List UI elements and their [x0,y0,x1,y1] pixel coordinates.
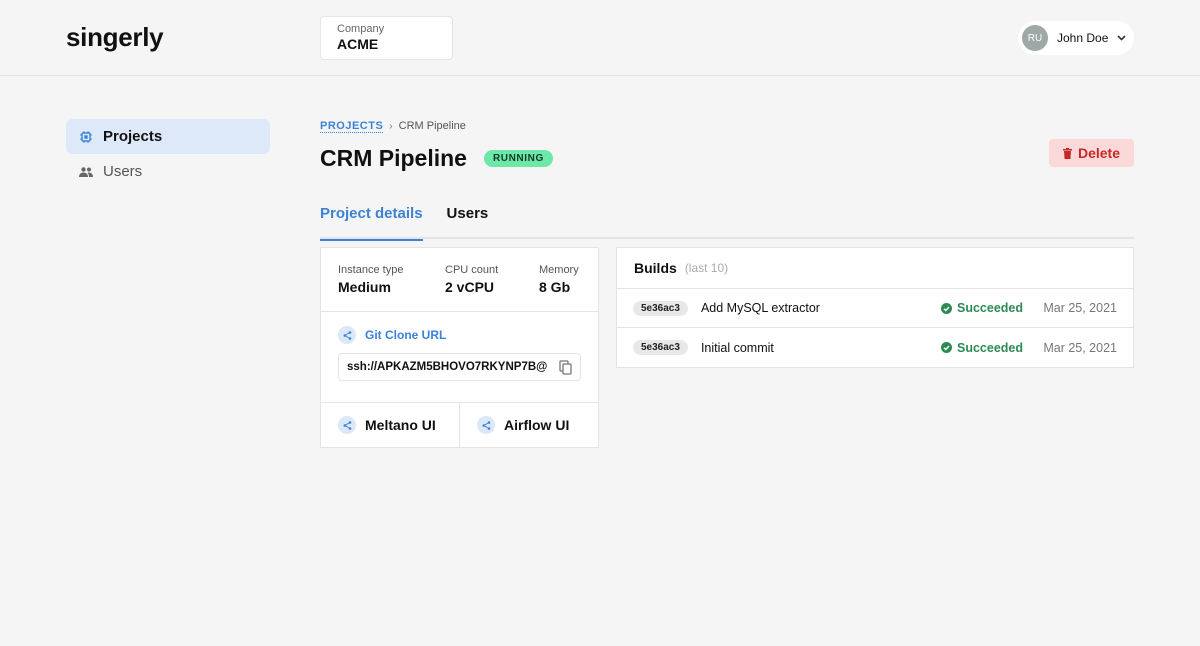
sidebar-item-projects[interactable]: Projects [66,119,270,154]
build-row[interactable]: 5e36ac3 Initial commit Succeeded Mar 25,… [617,328,1133,367]
git-clone-section: Git Clone URL ssh://APKAZM5BHOVO7RKYNP7B… [321,312,598,403]
share-icon [338,416,356,434]
delete-label: Delete [1077,145,1121,161]
spec-instance-type: Instance type Medium [338,264,445,311]
avatar: RU [1022,25,1048,51]
link-label: Airflow UI [504,417,570,433]
build-date: Mar 25, 2021 [1043,301,1117,315]
build-status: Succeeded [941,341,1041,355]
check-circle-icon [941,302,952,314]
spec-value: 2 vCPU [445,279,495,295]
commit-hash: 5e36ac3 [633,340,688,355]
user-name: John Doe [1057,31,1109,45]
git-clone-url-field[interactable]: ssh://APKAZM5BHOVO7RKYNP7B@ [338,353,581,381]
share-icon [338,326,356,344]
company-selector[interactable]: Company ACME [320,16,453,60]
chip-icon [79,130,93,144]
people-icon [79,165,93,179]
delete-button[interactable]: Delete [1049,139,1134,167]
spec-label: Memory [539,264,579,276]
build-row[interactable]: 5e36ac3 Add MySQL extractor Succeeded Ma… [617,289,1133,328]
share-icon [477,416,495,434]
spec-label: CPU count [445,264,499,276]
commit-message: Initial commit [700,340,774,355]
builds-subtitle: (last 10) [684,261,729,275]
meltano-ui-link[interactable]: Meltano UI [321,403,459,447]
company-label: Company [337,23,385,35]
tab-users[interactable]: Users [447,195,489,239]
chevron-down-icon [1117,33,1126,43]
builds-card: Builds (last 10) 5e36ac3 Add MySQL extra… [616,247,1134,368]
airflow-ui-link[interactable]: Airflow UI [459,403,598,447]
commit-hash: 5e36ac3 [633,300,688,316]
top-bar: singerly Company ACME RU John Doe [0,0,1200,76]
sidebar-item-label: Projects [103,128,163,145]
commit-message: Add MySQL extractor [700,301,820,315]
tab-project-details[interactable]: Project details [320,195,423,241]
build-status: Succeeded [941,301,1041,315]
app-logo[interactable]: singerly [66,22,164,53]
instance-specs: Instance type Medium CPU count 2 vCPU Me… [321,248,598,312]
spec-value: 8 Gb [539,279,571,295]
builds-header: Builds (last 10) [617,248,1133,289]
tab-bar: Project details Users [320,195,1134,241]
build-date: Mar 25, 2021 [1043,340,1117,355]
builds-title: Builds [634,260,677,276]
copy-icon[interactable] [559,359,572,375]
sidebar-item-users[interactable]: Users [66,154,270,189]
build-status-label: Succeeded [957,301,1024,315]
check-circle-icon [941,342,952,353]
git-clone-url-label[interactable]: Git Clone URL [365,328,446,342]
spec-memory: Memory 8 Gb [539,264,579,311]
page-title: CRM Pipeline [320,144,467,171]
build-status-label: Succeeded [957,340,1024,355]
spec-label: Instance type [338,264,404,276]
breadcrumb-current: CRM Pipeline [398,120,466,132]
sidebar: Projects Users [66,119,270,189]
breadcrumb-projects-link[interactable]: PROJECTS [320,120,384,133]
sidebar-item-label: Users [103,163,143,180]
external-links: Meltano UI Airflow UI [321,403,598,447]
user-menu[interactable]: RU John Doe [1018,21,1134,55]
git-clone-url-value[interactable]: ssh://APKAZM5BHOVO7RKYNP7B@ [347,361,559,373]
link-label: Meltano UI [365,417,436,433]
status-badge: RUNNING [483,149,553,167]
chevron-right-icon: › [389,120,393,132]
main-content: PROJECTS › CRM Pipeline CRM Pipeline RUN… [320,118,1134,448]
breadcrumb: PROJECTS › CRM Pipeline [320,118,1134,134]
spec-value: Medium [338,279,391,295]
project-info-card: Instance type Medium CPU count 2 vCPU Me… [320,247,599,448]
company-value: ACME [337,36,379,52]
trash-icon [1062,147,1072,159]
spec-cpu-count: CPU count 2 vCPU [445,264,539,311]
